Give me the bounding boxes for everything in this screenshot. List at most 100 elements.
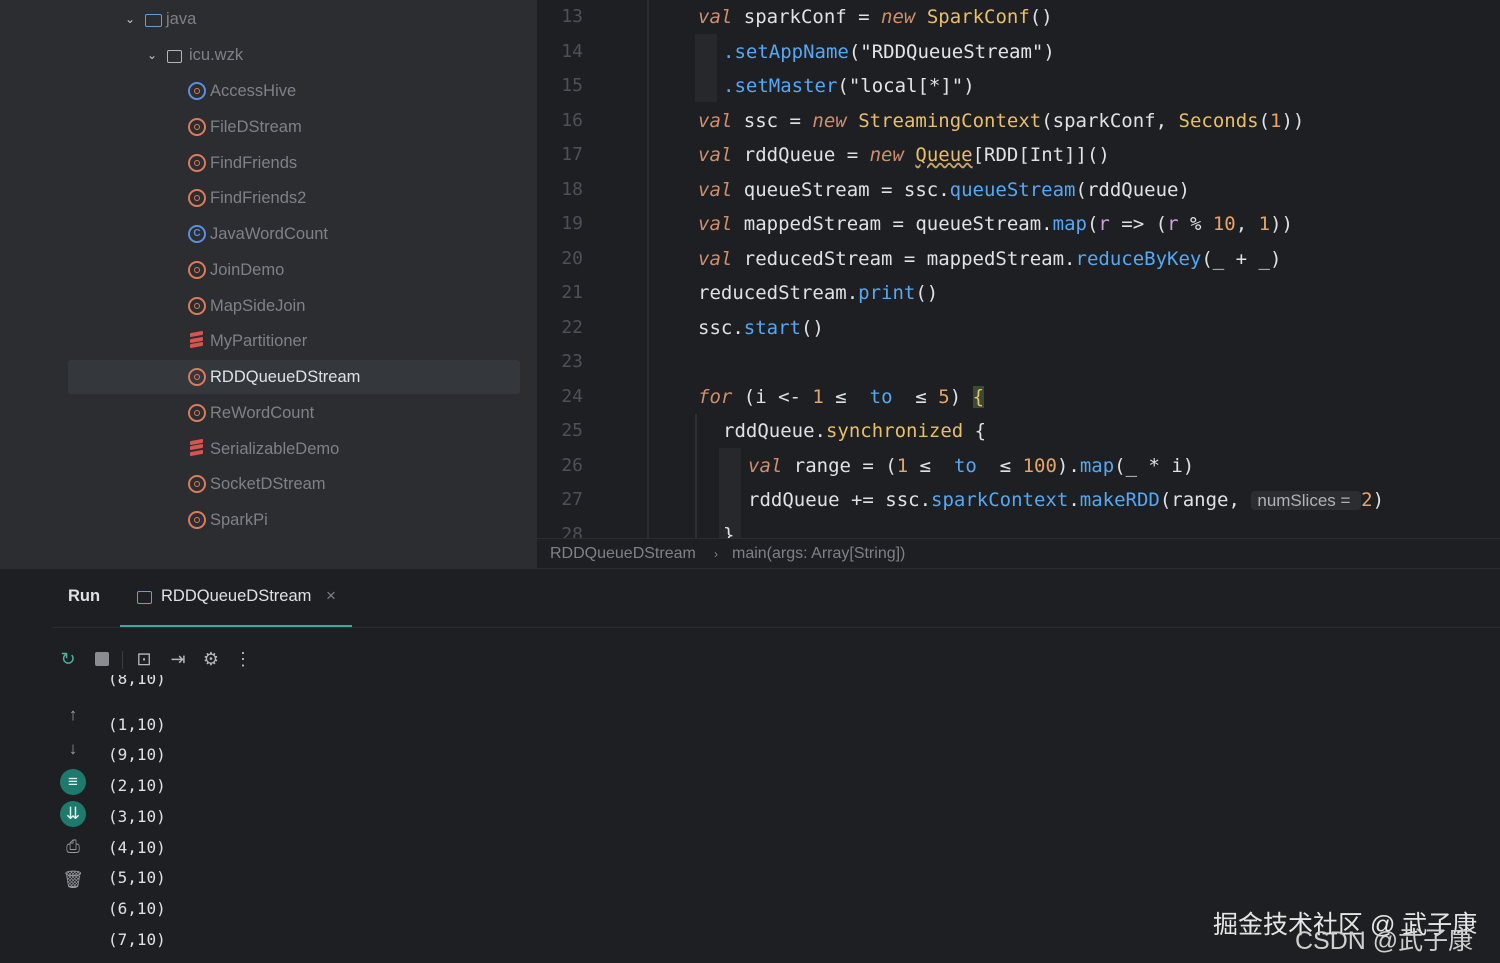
tree-item[interactable]: C JavaWordCount (0, 217, 537, 251)
object-icon (188, 475, 206, 494)
tree-item[interactable]: AccessHive (0, 74, 537, 108)
tree-item-label: SparkPi (210, 511, 268, 529)
object-icon (188, 296, 206, 315)
code-line-18: val queueStream = ssc.queueStream(rddQue… (698, 178, 1190, 201)
line-number: 20 (561, 247, 583, 269)
settings-icon[interactable]: ⚙ (201, 649, 221, 669)
console-line: (2,10) (108, 776, 166, 796)
object-icon (188, 189, 206, 208)
code-line-15: .setMaster("local[*]") (723, 75, 975, 97)
tree-item-label: ReWordCount (210, 403, 315, 422)
scroll-up-icon[interactable]: ↑ (60, 702, 86, 728)
code-line-20: val reducedStream = mappedStream.reduceB… (698, 247, 1282, 270)
project-tree-panel: ⌄ java ⌄ icu.wzk AccessHive FileDStream Fi… (0, 0, 537, 538)
run-tool-header: Run RDDQueueDStream × (52, 569, 1500, 628)
print-icon[interactable]: ⎙ (60, 834, 86, 860)
class-object-icon (188, 82, 206, 100)
run-title: Run (68, 587, 101, 605)
object-icon (188, 260, 206, 279)
code-line-28: } (723, 523, 735, 539)
chevron-down-icon[interactable]: ⌄ (146, 38, 158, 72)
line-number: 23 (561, 351, 583, 372)
tree-item[interactable]: MapSideJoin (0, 289, 537, 323)
camera-icon[interactable]: ⊡ (134, 649, 154, 669)
code-line-19: val mappedStream = queueStream.map(r => … (698, 213, 1293, 235)
soft-wrap-icon[interactable]: ≡ (60, 769, 86, 795)
trash-icon[interactable]: 🗑 (60, 867, 86, 893)
console-line: (6,10) (108, 898, 166, 918)
tree-item[interactable]: JoinDemo (0, 253, 537, 287)
breadcrumb-file[interactable]: RDDQueueDStream (550, 539, 696, 569)
code-line-24: for (i <- 1 ≤ to ≤ 5) { (698, 385, 985, 408)
folder-icon (145, 14, 162, 27)
watermark-csdn: CSDN @武子康 (1295, 927, 1474, 955)
code-line-17: val rddQueue = new Queue[RDD[Int]]() (698, 144, 1110, 166)
code-line-21: reducedStream.print() (698, 282, 939, 304)
stop-icon[interactable] (92, 649, 112, 669)
project-tree-panel-bottom (0, 538, 537, 568)
code-editor[interactable]: val sparkConf = new SparkConf() .setAppN… (649, 0, 1500, 538)
code-line-25: rddQueue.synchronized { (723, 420, 987, 442)
rerun-icon[interactable]: ↻ (58, 649, 78, 669)
restore-layout-icon[interactable]: ⇥ (168, 649, 188, 669)
console-line: (3,10) (108, 806, 166, 826)
tree-item[interactable]: RDDQueueDStream (68, 360, 520, 394)
tree-item[interactable]: SocketDStream (0, 467, 537, 501)
tree-item-label: JavaWordCount (210, 225, 329, 243)
tree-item[interactable]: MyPartitioner (0, 324, 537, 358)
run-tab-rddqueuedstream[interactable]: RDDQueueDStream × (120, 569, 352, 627)
tree-folder-java[interactable]: ⌄ java (0, 2, 537, 36)
console-line: (8,10) (108, 675, 166, 688)
line-number: 25 (561, 420, 583, 441)
tree-item-label: FileDStream (210, 117, 302, 136)
code-line-16: val ssc = new StreamingContext(sparkConf… (698, 109, 1305, 132)
line-number: 26 (561, 454, 583, 476)
tree-item[interactable]: ReWordCount (0, 396, 537, 430)
line-number: 24 (561, 385, 583, 407)
console-icon (137, 591, 152, 604)
tree-item[interactable]: FindFriends (0, 146, 537, 180)
scroll-to-end-icon[interactable]: ⇊ (60, 801, 86, 827)
code-line-14: .setAppName("RDDQueueStream") (723, 40, 1055, 63)
scroll-down-icon[interactable]: ↓ (60, 736, 86, 762)
tree-item-label: SocketDStream (210, 475, 326, 494)
object-icon (188, 368, 206, 386)
tree-package-label: icu.wzk (189, 46, 244, 64)
breadcrumb-method[interactable]: main(args: Array[String]) (732, 539, 905, 569)
line-number: 22 (561, 316, 583, 338)
tree-item-label: SerializableDemo (210, 439, 340, 458)
tree-item-label: AccessHive (210, 82, 297, 100)
close-icon[interactable]: × (326, 586, 336, 606)
code-line-27: rddQueue += ssc.sparkContext.makeRDD(ran… (748, 489, 1385, 511)
ide-top-area: ⌄ java ⌄ icu.wzk AccessHive FileDStream Fi… (0, 0, 1500, 545)
line-number: 17 (561, 144, 583, 165)
tree-item[interactable]: FileDStream (0, 110, 537, 144)
run-tab-label: RDDQueueDStream (161, 587, 312, 605)
tree-item[interactable]: SerializableDemo (0, 432, 537, 466)
console-line: (9,10) (108, 745, 166, 765)
tree-package-icu-wzk[interactable]: ⌄ icu.wzk (0, 38, 537, 72)
object-icon (188, 153, 206, 172)
tree-item[interactable]: SparkPi (0, 503, 537, 537)
line-number: 27 (561, 489, 583, 510)
line-number: 21 (561, 282, 583, 303)
console-line: (4,10) (108, 837, 166, 857)
tree-item-label: MyPartitioner (210, 332, 308, 351)
run-panel: Run RDDQueueDStream × ↻ ⊡ ⇥ ⚙ ⋮ ↑ ↓ ≡ ⇊ … (0, 568, 1500, 963)
tree-item[interactable]: FindFriends2 (0, 181, 537, 215)
object-icon (188, 511, 206, 529)
param-hint: numSlices = (1251, 491, 1362, 510)
line-number: 16 (561, 109, 583, 131)
line-number: 18 (561, 178, 583, 200)
tree-item-label: MapSideJoin (210, 296, 306, 315)
chevron-down-icon[interactable]: ⌄ (124, 2, 136, 36)
tree-item-label: JoinDemo (210, 260, 285, 279)
class-icon: C (188, 225, 206, 243)
scala-file-icon (190, 331, 203, 350)
indent-guide (695, 414, 697, 538)
tree-item-label: FindFriends (210, 153, 298, 172)
code-line-26: val range = (1 ≤ to ≤ 100).map(_ * i) (748, 454, 1195, 477)
line-number: 15 (561, 75, 583, 96)
more-options-icon[interactable]: ⋮ (233, 649, 253, 669)
package-icon (167, 50, 182, 63)
